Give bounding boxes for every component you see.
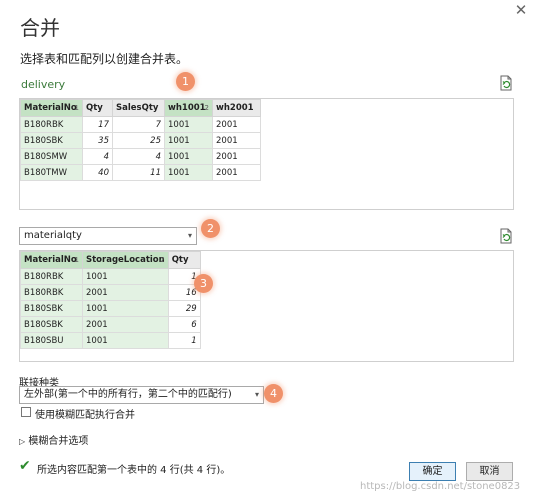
column-header[interactable]: wh2001 bbox=[212, 99, 261, 117]
table-cell: 1001 bbox=[82, 300, 169, 317]
table-cell: 17 bbox=[82, 116, 113, 133]
table-cell: 25 bbox=[112, 132, 165, 149]
column-header[interactable]: StorageLocation 2 bbox=[82, 251, 169, 269]
first-table-grid: MaterialNo 1 Qty SalesQty wh1001 2 wh2001 B180… bbox=[20, 99, 261, 181]
fuzzy-match-checkbox[interactable] bbox=[21, 407, 31, 417]
match-status-text: 所选内容匹配第一个表中的 4 行(共 4 行)。 bbox=[37, 465, 231, 476]
first-table-name: delivery bbox=[21, 78, 66, 91]
dialog-subtitle: 选择表和匹配列以创建合并表。 bbox=[20, 52, 189, 66]
table-cell: 1001 bbox=[164, 132, 213, 149]
watermark: https://blog.csdn.net/stone0823 bbox=[360, 481, 521, 492]
column-header-label: wh2001 bbox=[216, 103, 254, 113]
table-cell: B180RBK bbox=[20, 284, 83, 301]
join-kind-selected: 左外部(第一个中的所有行，第二个中的匹配行) bbox=[24, 389, 232, 400]
table-cell: 11 bbox=[112, 164, 165, 181]
table-row: B180TMW 40 11 1001 2001 bbox=[20, 164, 261, 181]
table-cell: 2001 bbox=[212, 116, 261, 133]
table-cell: 35 bbox=[82, 132, 113, 149]
fuzzy-options-label: 模糊合并选项 bbox=[28, 436, 89, 447]
column-header-label: MaterialNo bbox=[24, 255, 77, 265]
table-cell: B180TMW bbox=[20, 164, 83, 181]
column-header-label: StorageLocation bbox=[86, 255, 165, 265]
column-match-index: 2 bbox=[160, 256, 165, 264]
table-cell: B180SMW bbox=[20, 148, 83, 165]
dialog-title: 合并 bbox=[20, 16, 60, 40]
table-row: B180SBU 1001 1 bbox=[20, 332, 201, 349]
refresh-icon[interactable] bbox=[499, 228, 517, 246]
table-cell: 2001 bbox=[212, 164, 261, 181]
second-table-selected: materialqty bbox=[24, 230, 82, 241]
column-header[interactable]: SalesQty bbox=[112, 99, 165, 117]
column-header-label: Qty bbox=[86, 103, 103, 113]
table-row: B180SBK 1001 29 bbox=[20, 300, 201, 317]
table-cell: 1001 bbox=[82, 268, 169, 285]
column-header-label: MaterialNo bbox=[24, 103, 77, 113]
table-cell: 29 bbox=[167, 300, 201, 317]
table-cell: B180SBK bbox=[20, 300, 83, 317]
table-cell: 7 bbox=[112, 116, 165, 133]
chevron-right-icon: ▷ bbox=[19, 437, 26, 446]
callout-badge-3: 3 bbox=[194, 274, 213, 293]
table-cell: 2001 bbox=[82, 316, 169, 333]
table-cell: B180SBK bbox=[20, 316, 83, 333]
table-cell: 2001 bbox=[212, 148, 261, 165]
table-row: B180SMW 4 4 1001 2001 bbox=[20, 148, 261, 165]
table-cell: 1 bbox=[167, 332, 201, 349]
callout-badge-2: 2 bbox=[201, 219, 220, 238]
column-header[interactable]: Qty bbox=[167, 251, 201, 269]
column-header-label: SalesQty bbox=[116, 103, 159, 113]
callout-badge-4: 4 bbox=[264, 384, 283, 403]
table-cell: 4 bbox=[82, 148, 113, 165]
fuzzy-match-label: 使用模糊匹配执行合并 bbox=[35, 410, 135, 421]
table-row: B180SBK 35 25 1001 2001 bbox=[20, 132, 261, 149]
table-row: B180SBK 2001 6 bbox=[20, 316, 201, 333]
column-header-label: wh1001 bbox=[168, 103, 206, 113]
column-match-index: 1 bbox=[74, 256, 79, 264]
column-header[interactable]: wh1001 2 bbox=[164, 99, 213, 117]
table-cell: 2001 bbox=[212, 132, 261, 149]
table-cell: B180RBK bbox=[20, 116, 83, 133]
close-icon[interactable]: ✕ bbox=[513, 2, 529, 18]
table-row: B180RBK 1001 1 bbox=[20, 268, 201, 285]
column-header[interactable]: MaterialNo 1 bbox=[20, 99, 83, 117]
table-row: B180RBK 17 7 1001 2001 bbox=[20, 116, 261, 133]
join-kind-dropdown[interactable]: 左外部(第一个中的所有行，第二个中的匹配行) ▾ bbox=[19, 386, 264, 404]
table-cell: 6 bbox=[167, 316, 201, 333]
table-row: B180RBK 2001 16 bbox=[20, 284, 201, 301]
table-cell: B180SBU bbox=[20, 332, 83, 349]
column-header-label: Qty bbox=[171, 255, 189, 265]
column-match-index: 1 bbox=[74, 104, 79, 112]
table-cell: 1001 bbox=[164, 116, 213, 133]
cancel-button[interactable]: 取消 bbox=[466, 462, 513, 481]
callout-badge-1: 1 bbox=[176, 72, 195, 91]
table-cell: B180SBK bbox=[20, 132, 83, 149]
table-cell: 4 bbox=[112, 148, 165, 165]
refresh-icon[interactable] bbox=[499, 75, 517, 93]
table-cell: 40 bbox=[82, 164, 113, 181]
table-cell: 2001 bbox=[82, 284, 169, 301]
checkmark-icon: ✔ bbox=[19, 458, 31, 474]
table-cell: 1001 bbox=[164, 164, 213, 181]
table-cell: 1001 bbox=[164, 148, 213, 165]
table-cell: B180RBK bbox=[20, 268, 83, 285]
column-header[interactable]: MaterialNo 1 bbox=[20, 251, 83, 269]
chevron-down-icon: ▾ bbox=[187, 231, 192, 240]
column-header[interactable]: Qty bbox=[82, 99, 113, 117]
second-table-dropdown[interactable]: materialqty ▾ bbox=[19, 227, 197, 245]
column-match-index: 2 bbox=[204, 104, 209, 112]
chevron-down-icon: ▾ bbox=[254, 390, 259, 399]
fuzzy-options-toggle[interactable]: ▷ 模糊合并选项 bbox=[19, 432, 88, 447]
ok-button[interactable]: 确定 bbox=[409, 462, 456, 481]
table-cell: 1001 bbox=[82, 332, 169, 349]
second-table-grid: MaterialNo 1 StorageLocation 2 Qty B180RBK 10… bbox=[20, 251, 201, 349]
second-table-preview: MaterialNo 1 StorageLocation 2 Qty B180RBK 10… bbox=[19, 250, 514, 362]
first-table-preview: MaterialNo 1 Qty SalesQty wh1001 2 wh2001 B180… bbox=[19, 98, 514, 210]
